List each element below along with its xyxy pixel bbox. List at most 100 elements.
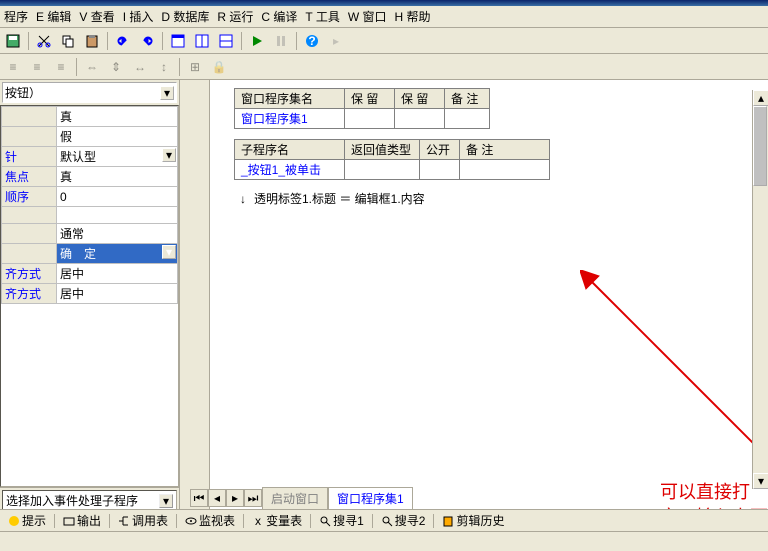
menu-help[interactable]: H 帮助 bbox=[395, 8, 431, 25]
scroll-down-icon[interactable]: ▾ bbox=[753, 473, 768, 489]
same-h-icon: ↕ bbox=[153, 56, 175, 78]
menu-database[interactable]: D 数据库 bbox=[161, 8, 209, 25]
tab-nav-prev-icon[interactable]: ◂ bbox=[208, 489, 226, 507]
menu-compile[interactable]: C 编译 bbox=[261, 8, 297, 25]
tab-nav-last-icon[interactable]: ⏭ bbox=[244, 489, 262, 507]
menu-insert[interactable]: I 插入 bbox=[123, 8, 154, 25]
dropdown-icon[interactable]: ▾ bbox=[159, 494, 173, 508]
menu-tools[interactable]: T 工具 bbox=[305, 8, 339, 25]
prop-value[interactable]: 通常 bbox=[57, 224, 178, 244]
toolbar-main: ? ▸ bbox=[0, 28, 768, 54]
prop-value[interactable] bbox=[57, 207, 178, 224]
help-icon[interactable]: ? bbox=[301, 30, 323, 52]
window2-icon[interactable] bbox=[191, 30, 213, 52]
prop-value[interactable]: 假 bbox=[57, 127, 178, 147]
btn-search1[interactable]: 搜寻1 bbox=[315, 512, 368, 530]
btn-output[interactable]: 输出 bbox=[59, 512, 105, 530]
btn-watch[interactable]: 监视表 bbox=[181, 512, 239, 530]
toolbar-form: ≡ ≡ ≡ ⇔ ⇕ ↔ ↕ ⊞ 🔒 bbox=[0, 54, 768, 80]
table-cell[interactable] bbox=[345, 160, 420, 180]
btn-hint[interactable]: 提示 bbox=[4, 512, 50, 530]
col-header: 窗口程序集名 bbox=[235, 89, 345, 109]
dist-h-icon: ⇔ bbox=[81, 56, 103, 78]
menu-edit[interactable]: E 编辑 bbox=[36, 8, 71, 25]
cut-icon[interactable] bbox=[33, 30, 55, 52]
btn-clip-history[interactable]: 剪辑历史 bbox=[438, 512, 508, 530]
menu-view[interactable]: V 查看 bbox=[79, 8, 114, 25]
menu-run[interactable]: R 运行 bbox=[217, 8, 253, 25]
btn-vars[interactable]: x变量表 bbox=[248, 512, 306, 530]
table-cell[interactable] bbox=[345, 109, 395, 129]
svg-text:x: x bbox=[255, 515, 261, 527]
lock-icon: 🔒 bbox=[208, 56, 230, 78]
tab-nav-next-icon[interactable]: ▸ bbox=[226, 489, 244, 507]
prop-value-selected[interactable]: 确 定▾ bbox=[57, 244, 178, 264]
combo-text: 按钮） bbox=[5, 84, 160, 101]
statusbar bbox=[0, 531, 768, 551]
table-cell[interactable] bbox=[445, 109, 490, 129]
window3-icon[interactable] bbox=[215, 30, 237, 52]
event-combo[interactable]: 选择加入事件处理子程序 ▾ bbox=[2, 490, 177, 511]
run-icon[interactable] bbox=[246, 30, 268, 52]
menu-program[interactable]: 程序 bbox=[4, 8, 28, 25]
prop-label[interactable]: 顺序 bbox=[5, 190, 29, 204]
same-w-icon: ↔ bbox=[129, 56, 151, 78]
paste-icon[interactable] bbox=[81, 30, 103, 52]
table-cell[interactable]: _按钮1_被单击 bbox=[235, 160, 345, 180]
window1-icon[interactable] bbox=[167, 30, 189, 52]
undo-icon[interactable] bbox=[112, 30, 134, 52]
svg-text:?: ? bbox=[308, 34, 315, 48]
prop-label[interactable]: 焦点 bbox=[5, 170, 29, 184]
prop-value[interactable]: 居中 bbox=[57, 264, 178, 284]
copy-icon[interactable] bbox=[57, 30, 79, 52]
tab-window-set[interactable]: 窗口程序集1 bbox=[328, 487, 413, 509]
prop-value[interactable]: 默认型▾ bbox=[57, 147, 178, 167]
sub-proc-table: 子程序名 返回值类型 公开 备 注 _按钮1_被单击 bbox=[234, 139, 550, 180]
table-cell[interactable]: 窗口程序集1 bbox=[235, 109, 345, 129]
editor-tabs: ⏮ ◂ ▸ ⏭ 启动窗口 窗口程序集1 bbox=[190, 487, 413, 509]
event-combo-text: 选择加入事件处理子程序 bbox=[6, 492, 138, 509]
scroll-up-icon[interactable]: ▴ bbox=[753, 90, 768, 106]
align-center-icon: ≡ bbox=[26, 56, 48, 78]
prop-value[interactable]: 居中 bbox=[57, 284, 178, 304]
scroll-thumb[interactable] bbox=[753, 106, 767, 186]
object-combo[interactable]: 按钮） ▾ bbox=[2, 82, 177, 103]
bottom-toolbar: 提示 输出 调用表 监视表 x变量表 搜寻1 搜寻2 剪辑历史 bbox=[0, 509, 768, 531]
table-cell[interactable] bbox=[395, 109, 445, 129]
code-editor[interactable]: 窗口程序集名 保 留 保 留 备 注 窗口程序集1 子程序名 返回值类型 公开 bbox=[210, 80, 768, 533]
prop-value[interactable]: 真 bbox=[57, 107, 178, 127]
save-icon[interactable] bbox=[2, 30, 24, 52]
prop-label[interactable]: 齐方式 bbox=[5, 287, 41, 301]
gutter bbox=[180, 80, 210, 533]
redo-icon[interactable] bbox=[136, 30, 158, 52]
pause-icon bbox=[270, 30, 292, 52]
window-set-table: 窗口程序集名 保 留 保 留 备 注 窗口程序集1 bbox=[234, 88, 490, 129]
btn-calltable[interactable]: 调用表 bbox=[114, 512, 172, 530]
vertical-scrollbar[interactable]: ▴ ▾ bbox=[752, 90, 768, 489]
left-panel: 按钮） ▾ 真 假 针默认型▾ 焦点真 顺序0 通常 确 定▾ 齐方式居中 齐方… bbox=[0, 80, 180, 533]
table-cell[interactable] bbox=[460, 160, 550, 180]
combo-dropdown-icon[interactable]: ▾ bbox=[160, 86, 174, 100]
align-right-icon: ≡ bbox=[50, 56, 72, 78]
prop-label[interactable]: 针 bbox=[5, 150, 17, 164]
dropdown-icon[interactable]: ▾ bbox=[162, 245, 176, 259]
property-grid: 真 假 针默认型▾ 焦点真 顺序0 通常 确 定▾ 齐方式居中 齐方式居中 bbox=[1, 106, 178, 304]
dropdown-icon[interactable]: ▾ bbox=[162, 148, 176, 162]
col-header: 备 注 bbox=[460, 140, 550, 160]
col-header: 备 注 bbox=[445, 89, 490, 109]
tab-nav-first-icon[interactable]: ⏮ bbox=[190, 489, 208, 507]
prop-value[interactable]: 0 bbox=[57, 187, 178, 207]
btn-search2[interactable]: 搜寻2 bbox=[377, 512, 430, 530]
code-marker-icon: ↓ bbox=[240, 192, 250, 206]
tab-start-window[interactable]: 启动窗口 bbox=[262, 487, 328, 509]
main-area: 按钮） ▾ 真 假 针默认型▾ 焦点真 顺序0 通常 确 定▾ 齐方式居中 齐方… bbox=[0, 80, 768, 533]
dist-v-icon: ⇕ bbox=[105, 56, 127, 78]
menu-window[interactable]: W 窗口 bbox=[348, 8, 387, 25]
col-header: 子程序名 bbox=[235, 140, 345, 160]
col-header: 保 留 bbox=[345, 89, 395, 109]
prop-label[interactable]: 齐方式 bbox=[5, 267, 41, 281]
table-cell[interactable] bbox=[420, 160, 460, 180]
prop-value[interactable]: 真 bbox=[57, 167, 178, 187]
code-line[interactable]: ↓透明标签1.标题 ＝ 编辑框1.内容 bbox=[240, 190, 738, 207]
col-header: 保 留 bbox=[395, 89, 445, 109]
